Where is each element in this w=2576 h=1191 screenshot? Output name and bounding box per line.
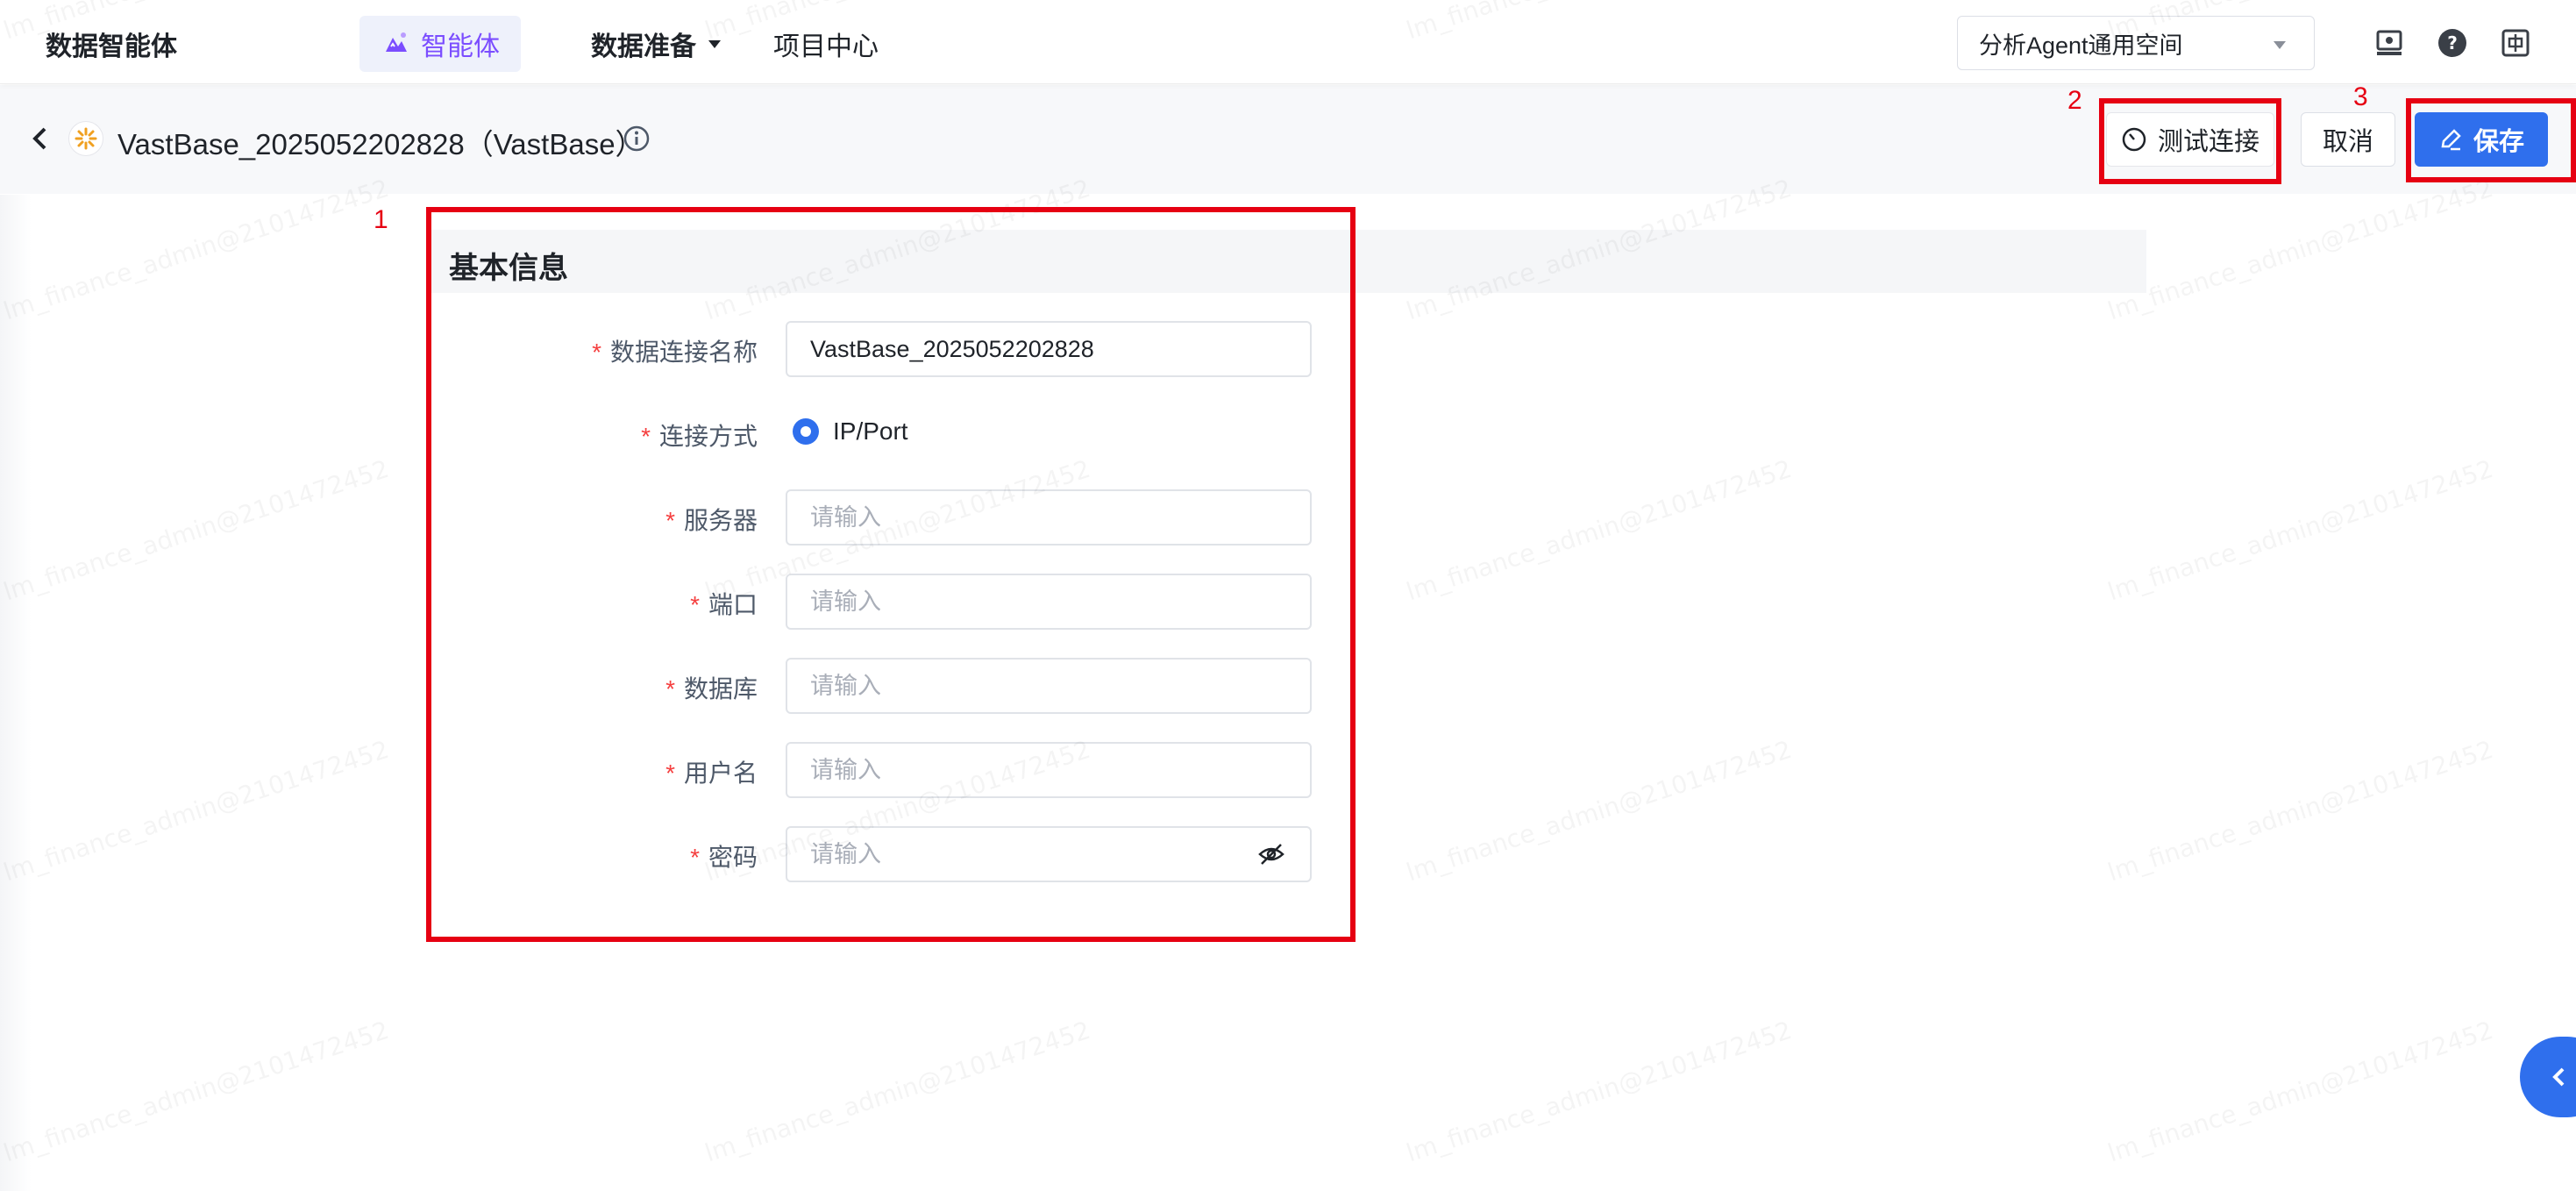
- watermark-text: lm_finance_admin@2101472452: [0, 454, 393, 606]
- watermark-text: lm_finance_admin@2101472452: [0, 735, 393, 887]
- page-title: VastBase_2025052202828（VastBase）: [117, 128, 644, 160]
- annotation-box-save: [2406, 98, 2576, 182]
- left-edge-shade: [0, 195, 32, 1191]
- nav-item-agent[interactable]: 智能体: [359, 16, 521, 72]
- cancel-button[interactable]: 取消: [2301, 112, 2395, 167]
- nav-item-data-prep[interactable]: 数据准备: [591, 25, 721, 63]
- nav-item-project-center[interactable]: 项目中心: [773, 25, 879, 63]
- svg-text:?: ?: [2447, 32, 2458, 53]
- watermark-text: lm_finance_admin@2101472452: [701, 1016, 1094, 1167]
- watermark-text: lm_finance_admin@2101472452: [2104, 454, 2497, 606]
- space-select-value: 分析Agent通用空间: [1979, 32, 2183, 59]
- watermark-text: lm_finance_admin@2101472452: [2104, 174, 2497, 325]
- agent-icon: [386, 32, 407, 52]
- collapse-panel-button[interactable]: [2520, 1037, 2576, 1117]
- back-icon[interactable]: [30, 125, 49, 153]
- space-select[interactable]: 分析Agent通用空间: [1957, 16, 2315, 70]
- top-navigation-bar: 数据智能体 智能体 数据准备 项目中心 分析Agent通用空间 ?: [0, 0, 2576, 84]
- annotation-number-1: 1: [374, 205, 388, 234]
- database-icon: [68, 121, 103, 156]
- watermark-text: lm_finance_admin@2101472452: [1403, 735, 1796, 887]
- info-icon[interactable]: [623, 125, 651, 153]
- nav-item-data-prep-label: 数据准备: [591, 32, 696, 61]
- watermark-text: lm_finance_admin@2101472452: [0, 1016, 393, 1167]
- annotation-box-form: [426, 207, 1356, 942]
- cancel-label: 取消: [2322, 128, 2373, 156]
- language-icon[interactable]: [2501, 28, 2530, 58]
- chevron-left-icon: [2552, 1067, 2565, 1087]
- watermark-text: lm_finance_admin@2101472452: [1403, 454, 1796, 606]
- brand-title: 数据智能体: [46, 32, 177, 61]
- annotation-number-2: 2: [2067, 86, 2082, 115]
- chevron-down-icon: [708, 39, 721, 48]
- nav-item-agent-label: 智能体: [421, 32, 500, 61]
- help-icon[interactable]: ?: [2437, 28, 2467, 58]
- watermark-text: lm_finance_admin@2101472452: [2104, 1016, 2497, 1167]
- chevron-down-icon: [2274, 41, 2286, 49]
- watermark-text: lm_finance_admin@2101472452: [2104, 735, 2497, 887]
- watermark-text: lm_finance_admin@2101472452: [0, 174, 393, 325]
- annotation-box-test-connection: [2099, 98, 2281, 184]
- monitor-icon[interactable]: [2374, 28, 2404, 58]
- nav-item-project-center-label: 项目中心: [773, 32, 879, 61]
- watermark-text: lm_finance_admin@2101472452: [1403, 1016, 1796, 1167]
- annotation-number-3: 3: [2353, 82, 2368, 111]
